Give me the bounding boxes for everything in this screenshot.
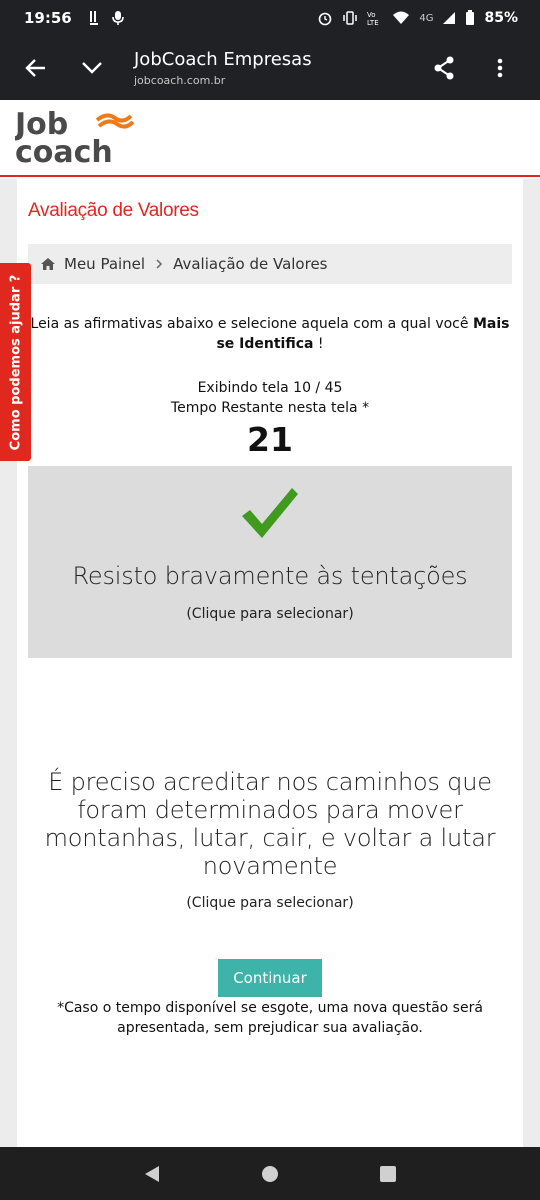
status-bar: 19:56 Vo LTE 4G 85% [0,0,540,36]
browser-url: jobcoach.com.br [134,74,226,87]
option-text: Resisto bravamente às tentações [72,562,468,590]
screen-info: Exibindo tela 10 / 45 Tempo Restante nes… [28,378,512,418]
help-tab-label: Como podemos ajudar ? [8,274,23,450]
share-button[interactable] [416,36,472,100]
option-hint: (Clique para selecionar) [186,895,354,911]
system-navigation-bar [0,1147,540,1200]
svg-text:LTE: LTE [367,19,379,26]
logo-swoosh [95,113,135,129]
back-button[interactable] [8,36,64,100]
battery-icon [466,10,475,25]
option-text: É preciso acreditar nos caminhos que for… [44,768,496,880]
signal-icon [443,12,456,24]
nav-back-icon[interactable] [143,1164,161,1184]
vibrate-icon [343,11,358,25]
chevron-down-icon [82,62,102,74]
page-title: Avaliação de Valores [28,200,199,221]
browser-toolbar: JobCoach Empresas jobcoach.com.br [0,36,540,100]
instructions-prefix: Leia as afirmativas abaixo e selecione a… [30,316,473,332]
status-time: 19:56 [24,9,72,27]
browser-title: JobCoach Empresas [134,49,312,70]
instructions-suffix: ! [313,336,324,352]
instructions: Leia as afirmativas abaixo e selecione a… [28,314,512,354]
wifi-icon [393,11,410,24]
countdown-timer: 21 [247,420,293,459]
screen-counter: Exibindo tela 10 / 45 [197,380,343,396]
more-vert-icon [497,58,503,78]
home-icon [41,258,55,270]
notification-icon [89,11,98,25]
minimize-button[interactable] [64,36,120,100]
footnote: *Caso o tempo disponível se esgote, uma … [57,1000,483,1036]
chevron-right-icon [156,259,163,269]
site-header: Job coach [0,100,540,177]
logo-line2: coach [15,135,113,166]
battery-percent: 85% [484,10,518,26]
breadcrumb-home-link[interactable]: Meu Painel [64,255,145,273]
browser-title-block: JobCoach Empresas jobcoach.com.br [134,49,312,87]
nav-recents-icon[interactable] [379,1165,397,1183]
continue-button[interactable]: Continuar [218,959,322,997]
time-remaining-label: Tempo Restante nesta tela * [170,400,370,416]
breadcrumb: Meu Painel Avaliação de Valores [28,244,512,284]
option-card[interactable]: É preciso acreditar nos caminhos que for… [28,740,512,930]
help-tab[interactable]: Como podemos ajudar ? [0,263,31,461]
breadcrumb-current: Avaliação de Valores [173,255,328,273]
option-hint: (Clique para selecionar) [186,606,354,622]
back-arrow-icon [25,59,45,77]
option-card-selected[interactable]: Resisto bravamente às tentações (Clique … [28,466,512,658]
share-icon [434,56,454,80]
more-options-button[interactable] [472,36,528,100]
svg-text:Vo: Vo [367,11,376,19]
microphone-icon [111,11,124,25]
alarm-icon [319,12,332,26]
nav-home-icon[interactable] [261,1165,279,1183]
volte-icon: VoLTE [367,11,379,26]
network-type: 4G [419,12,434,24]
jobcoach-logo[interactable]: Job coach [15,106,145,166]
checkmark-icon [242,488,298,538]
